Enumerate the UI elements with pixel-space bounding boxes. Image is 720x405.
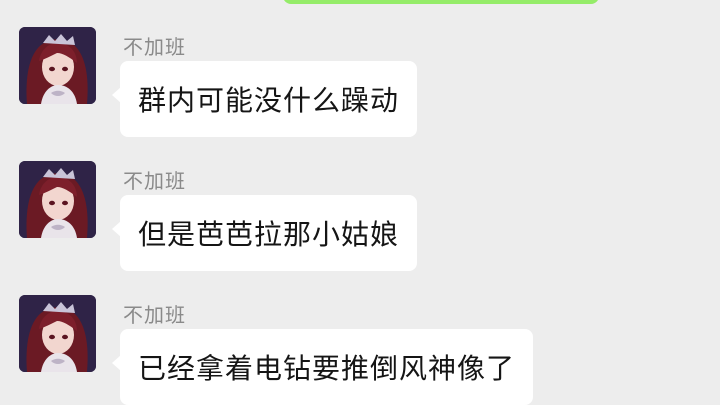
message-text: 已经拿着电钻要推倒风神像了 bbox=[138, 352, 516, 385]
sender-name: 不加班 bbox=[123, 169, 186, 193]
message-bubble[interactable]: 已经拿着电钻要推倒风神像了 bbox=[111, 329, 534, 405]
sender-name: 不加班 bbox=[123, 303, 186, 327]
message-row: 不加班 群内可能没什么躁动 bbox=[19, 27, 699, 147]
message-text: 但是芭芭拉那小姑娘 bbox=[138, 218, 400, 251]
message-text: 群内可能没什么躁动 bbox=[138, 84, 400, 117]
message-bubble[interactable]: 但是芭芭拉那小姑娘 bbox=[111, 195, 418, 271]
message-row: 不加班 已经拿着电钻要推倒风神像了 bbox=[19, 295, 699, 405]
anime-girl-avatar-icon bbox=[19, 161, 96, 238]
outgoing-message-bubble-partial[interactable] bbox=[283, 0, 599, 4]
chat-message-list[interactable]: 不加班 群内可能没什么躁动 不加班 但是芭芭拉那小姑娘 不加班 已经拿着电钻要推… bbox=[0, 0, 720, 405]
anime-girl-avatar-icon bbox=[19, 295, 96, 372]
anime-girl-avatar-icon bbox=[19, 27, 96, 104]
sender-avatar[interactable] bbox=[19, 27, 96, 104]
message-row: 不加班 但是芭芭拉那小姑娘 bbox=[19, 161, 699, 281]
message-bubble[interactable]: 群内可能没什么躁动 bbox=[111, 61, 418, 137]
sender-avatar[interactable] bbox=[19, 161, 96, 238]
sender-name: 不加班 bbox=[123, 35, 186, 59]
sender-avatar[interactable] bbox=[19, 295, 96, 372]
